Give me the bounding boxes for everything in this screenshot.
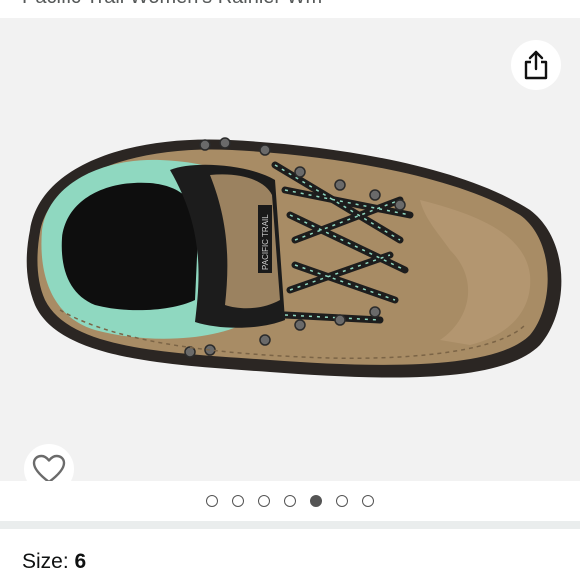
share-button[interactable] [511, 40, 561, 90]
section-divider [0, 521, 580, 529]
carousel-dot-active[interactable] [310, 495, 322, 507]
carousel-dot[interactable] [232, 495, 244, 507]
heart-outline-icon [32, 454, 66, 484]
size-label: Size: [22, 550, 75, 573]
carousel-dot[interactable] [336, 495, 348, 507]
carousel-dot[interactable] [258, 495, 270, 507]
carousel-indicators [0, 481, 580, 521]
boot-brand-label: PACIFIC TRAIL [261, 214, 270, 270]
carousel-dot[interactable] [362, 495, 374, 507]
product-title: Pacific Trail Women's Rainier Wm [22, 0, 322, 9]
carousel-dot[interactable] [206, 495, 218, 507]
size-value: 6 [74, 550, 87, 573]
product-image-gallery[interactable]: PACIFIC TRAIL [0, 18, 580, 494]
share-icon [524, 50, 548, 80]
size-selection[interactable]: Size: 6 [22, 550, 86, 574]
product-image[interactable]: PACIFIC TRAIL [0, 18, 580, 481]
carousel-dot[interactable] [284, 495, 296, 507]
